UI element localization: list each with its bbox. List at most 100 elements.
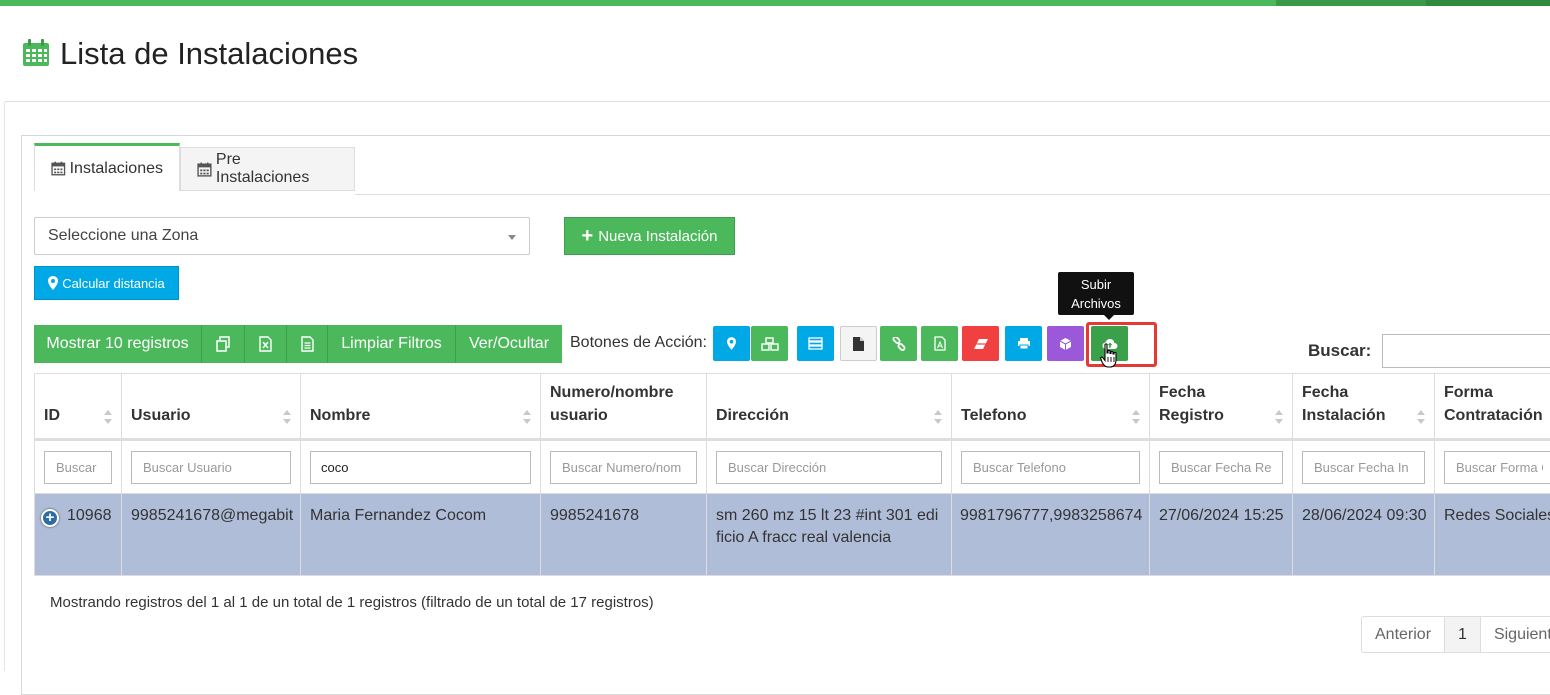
action-pdf-button[interactable] <box>921 326 958 361</box>
cell-id: 10968 <box>67 507 112 524</box>
sort-icon <box>1132 410 1140 424</box>
header-line2: usuario <box>550 404 697 427</box>
show-records-button[interactable]: Mostrar 10 registros <box>34 325 202 363</box>
column-header-direccion[interactable]: Dirección <box>707 374 952 440</box>
cell-telefono: 9981796777,9983258674 <box>952 494 1150 576</box>
expand-row-icon[interactable]: + <box>41 509 59 527</box>
header-line1: Numero/nombre <box>550 381 697 404</box>
action-erase-button[interactable] <box>962 326 999 361</box>
cell-usuario: 9985241678@megabit <box>122 494 301 576</box>
calendar-icon <box>197 162 212 177</box>
filter-usuario-input[interactable] <box>131 451 291 484</box>
calc-distance-label: Calcular distancia <box>62 276 165 291</box>
search-input[interactable] <box>1382 334 1550 368</box>
header-line2: Registro <box>1159 404 1283 427</box>
filter-telefono-input[interactable] <box>961 451 1140 484</box>
file-pdf-icon <box>934 336 946 351</box>
pagination-next[interactable]: Siguiente <box>1481 617 1550 652</box>
column-header-usuario[interactable]: Usuario <box>122 374 301 440</box>
column-header-numero[interactable]: Numero/nombreusuario <box>541 374 707 440</box>
zone-select-value: Seleccione una Zona <box>48 227 198 244</box>
sort-icon <box>1275 410 1283 424</box>
column-header-forma[interactable]: FormaContratación <box>1435 374 1550 440</box>
csv-button[interactable] <box>287 325 328 363</box>
action-materials-button[interactable] <box>751 326 788 361</box>
filter-numero-input[interactable] <box>550 451 697 484</box>
cell-numero: 9985241678 <box>541 494 707 576</box>
cube-icon <box>1059 337 1072 351</box>
zone-select[interactable]: Seleccione una Zona <box>34 217 530 255</box>
sort-icon <box>523 410 531 424</box>
tab-label: Instalaciones <box>70 160 163 178</box>
map-marker-icon <box>48 276 58 290</box>
action-link-button[interactable] <box>880 326 917 361</box>
column-header-fecha-instalacion[interactable]: FechaInstalación <box>1293 374 1435 440</box>
table-row[interactable]: +10968 9985241678@megabit Maria Fernande… <box>35 494 1550 576</box>
column-header-id[interactable]: ID <box>35 374 122 440</box>
header-line2: Instalación <box>1302 404 1425 427</box>
action-document-button[interactable] <box>840 326 877 361</box>
filter-direccion-input[interactable] <box>716 451 942 484</box>
show-hide-label: Ver/Ocultar <box>469 335 549 353</box>
show-records-label: Mostrar 10 registros <box>46 335 188 353</box>
plus-icon: + <box>582 228 594 244</box>
sort-icon <box>934 410 942 424</box>
table-info: Mostrando registros del 1 al 1 de un tot… <box>50 594 654 611</box>
new-install-label: Nueva Instalación <box>598 228 717 245</box>
pagination-prev[interactable]: Anterior <box>1362 617 1445 652</box>
file-text-icon <box>301 336 314 352</box>
clear-filters-button[interactable]: Limpiar Filtros <box>328 325 456 363</box>
tooltip-line1: Subir <box>1058 275 1134 294</box>
action-tasks-button[interactable] <box>797 326 834 361</box>
cell-nombre: Maria Fernandez Cocom <box>301 494 541 576</box>
cell-fecha-instalacion: 28/06/2024 09:30 <box>1293 494 1435 576</box>
filter-id-input[interactable] <box>44 451 112 484</box>
calc-distance-button[interactable]: Calcular distancia <box>34 266 179 300</box>
file-excel-icon <box>259 336 272 352</box>
new-install-button[interactable]: + Nueva Instalación <box>564 217 735 255</box>
sort-icon <box>104 410 112 424</box>
column-header-telefono[interactable]: Telefono <box>952 374 1150 440</box>
cell-direccion: sm 260 mz 15 lt 23 #int 301 edificio A f… <box>707 494 952 576</box>
action-box-button[interactable] <box>1047 326 1084 361</box>
tab-pre-instalaciones[interactable]: Pre Instalaciones <box>180 147 355 191</box>
highlight-box <box>1086 322 1157 367</box>
filter-fecha-registro-input[interactable] <box>1159 451 1283 484</box>
header-line2: Usuario <box>131 404 291 427</box>
tooltip-line2: Archivos <box>1058 294 1134 313</box>
hand-cursor-icon <box>1100 343 1117 369</box>
map-marker-icon <box>727 337 736 350</box>
column-header-fecha-registro[interactable]: FechaRegistro <box>1150 374 1293 440</box>
column-header-nombre[interactable]: Nombre <box>301 374 541 440</box>
action-location-button[interactable] <box>713 326 750 361</box>
header-line1: Fecha <box>1159 381 1283 404</box>
show-hide-button[interactable]: Ver/Ocultar <box>456 325 562 363</box>
tab-instalaciones[interactable]: Instalaciones <box>34 143 180 191</box>
copy-button[interactable] <box>202 325 245 363</box>
upload-tooltip: Subir Archivos <box>1058 272 1134 315</box>
header-line1: Forma <box>1444 381 1550 404</box>
link-icon <box>892 337 906 351</box>
calendar-icon <box>51 161 66 176</box>
search-label: Buscar: <box>1308 341 1371 361</box>
pagination: Anterior 1 Siguiente <box>1361 616 1550 653</box>
cell-forma: Redes Sociales <box>1435 494 1550 576</box>
header-line2: Telefono <box>961 404 1140 427</box>
excel-button[interactable] <box>245 325 287 363</box>
clear-filters-label: Limpiar Filtros <box>341 335 441 353</box>
filter-forma-input[interactable] <box>1444 451 1550 484</box>
copy-icon <box>216 336 230 352</box>
file-icon <box>853 337 864 351</box>
filter-nombre-input[interactable] <box>310 451 531 484</box>
pagination-page-1[interactable]: 1 <box>1445 617 1481 652</box>
table-toolbar: Mostrar 10 registros Limpiar Filtros Ver… <box>34 325 562 363</box>
action-print-button[interactable] <box>1005 326 1042 361</box>
eraser-icon <box>973 338 989 350</box>
cell-fecha-registro: 27/06/2024 15:25 <box>1150 494 1293 576</box>
print-icon <box>1017 337 1031 350</box>
header-line2: Contratación <box>1444 404 1550 427</box>
page-title: Lista de Instalaciones <box>60 36 358 72</box>
installations-table: ID Usuario Nombre Numero/nombreusuario D… <box>34 373 1550 576</box>
chevron-down-icon <box>508 235 516 240</box>
filter-fecha-instalacion-input[interactable] <box>1302 451 1425 484</box>
